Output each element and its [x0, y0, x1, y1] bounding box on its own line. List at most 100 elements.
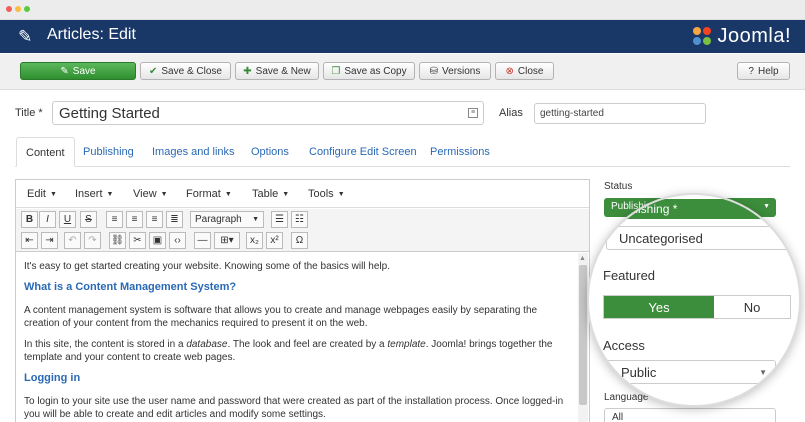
admin-header: ✎ Articles: Edit Joomla!	[0, 20, 805, 53]
joomla-logo: Joomla!	[690, 23, 791, 49]
versions-label: Versions	[442, 65, 481, 77]
heading: What is a Content Management System?	[24, 281, 237, 293]
edit-tabs: Content Publishing Images and links Opti…	[15, 137, 790, 167]
tab-options[interactable]: Options	[251, 137, 289, 167]
bold-icon[interactable]: B	[21, 211, 38, 228]
menu-format[interactable]: Format ▼	[186, 188, 232, 200]
maximize-window-dot[interactable]	[24, 6, 30, 12]
editor-content[interactable]: It's easy to get started creating your w…	[24, 260, 569, 422]
italic-icon[interactable]: I	[39, 211, 56, 228]
save-button[interactable]: ✎ Save	[20, 62, 136, 80]
caret-down-icon: ▼	[160, 191, 168, 198]
alias-field[interactable]: getting-started	[534, 103, 706, 124]
caret-down-icon: ▼	[282, 191, 290, 198]
menu-format-label: Format	[186, 188, 221, 200]
text-run: template	[387, 339, 426, 350]
browser-chrome	[0, 0, 805, 20]
undo-icon[interactable]: ↶	[64, 232, 81, 249]
tab-images-links[interactable]: Images and links	[152, 137, 235, 167]
strikethrough-icon[interactable]: S	[80, 211, 97, 228]
save-close-button[interactable]: ✔ Save & Close	[140, 62, 231, 80]
category-select[interactable]: Uncategorised	[606, 226, 796, 250]
language-select[interactable]: All	[604, 408, 776, 422]
featured-yes-button[interactable]: Yes	[604, 296, 714, 318]
save-label: Save	[72, 65, 96, 77]
redo-icon[interactable]: ↷	[84, 232, 101, 249]
close-window-dot[interactable]	[6, 6, 12, 12]
magnifier-callout: Publishing * Uncategorised Featured Yes …	[587, 193, 801, 407]
table-icon[interactable]: ⊞▾	[214, 232, 240, 249]
underline-icon[interactable]: U	[59, 211, 76, 228]
outdent-icon[interactable]: ⇤	[21, 232, 38, 249]
subscript-icon[interactable]: x₂	[246, 232, 263, 249]
indent-icon[interactable]: ⇥	[41, 232, 58, 249]
menu-edit-label: Edit	[27, 188, 46, 200]
numbered-list-icon[interactable]: ☷	[291, 211, 308, 228]
menu-tools[interactable]: Tools ▼	[308, 188, 345, 200]
align-center-icon[interactable]: ≡	[126, 211, 143, 228]
menu-view[interactable]: View ▼	[133, 188, 168, 200]
superscript-icon[interactable]: x²	[266, 232, 283, 249]
align-right-icon[interactable]: ≡	[146, 211, 163, 228]
pencil-icon: ✎	[18, 27, 33, 46]
special-character-icon[interactable]: Ω	[291, 232, 308, 249]
title-field[interactable]: Getting Started	[52, 101, 484, 125]
menu-insert[interactable]: Insert ▼	[75, 188, 113, 200]
help-icon: ?	[748, 65, 754, 77]
link-icon[interactable]: ⛓	[109, 232, 126, 249]
caret-down-icon: ▼	[252, 216, 259, 223]
tab-content[interactable]: Content	[16, 137, 75, 167]
bullet-list-icon[interactable]: ☰	[271, 211, 288, 228]
tab-configure-edit-screen[interactable]: Configure Edit Screen	[309, 137, 417, 167]
code-icon[interactable]: ‹›	[169, 232, 186, 249]
field-options-icon[interactable]: ≡	[468, 108, 478, 118]
caret-down-icon: ▼	[224, 191, 232, 198]
help-button[interactable]: ? Help	[737, 62, 790, 80]
unlink-icon[interactable]: ✂	[129, 232, 146, 249]
image-icon[interactable]: ▣	[149, 232, 166, 249]
featured-toggle: Yes No	[603, 295, 791, 319]
editor-toolbar-row-2: ⇤ ⇥ ↶ ↷ ⛓ ✂ ▣ ‹› — ⊞▾ x₂ x² Ω	[16, 230, 589, 252]
status-label: Status	[604, 181, 633, 192]
title-label: Title *	[15, 107, 43, 119]
access-select[interactable]: Public ▼	[606, 360, 776, 384]
caret-down-icon: ▼	[49, 191, 57, 198]
scrollbar-thumb[interactable]	[579, 265, 587, 405]
menu-view-label: View	[133, 188, 157, 200]
joomla-logo-icon	[693, 27, 712, 45]
horizontal-rule-icon[interactable]: —	[194, 232, 211, 249]
paragraph: In this site, the content is stored in a…	[24, 338, 569, 364]
close-label: Close	[517, 65, 544, 77]
save-copy-button[interactable]: ❐ Save as Copy	[323, 62, 415, 80]
caret-down-icon: ▼	[759, 368, 767, 377]
help-label: Help	[757, 65, 779, 77]
check-icon: ✔	[149, 65, 158, 77]
caret-down-icon: ▼	[106, 191, 114, 198]
featured-label: Featured	[603, 268, 656, 283]
paragraph: To login to your site use the user name …	[24, 396, 564, 420]
menu-edit[interactable]: Edit ▼	[27, 188, 57, 200]
align-left-icon[interactable]: ≡	[106, 211, 123, 228]
tab-publishing[interactable]: Publishing	[83, 137, 134, 167]
featured-no-button[interactable]: No	[714, 296, 790, 318]
versions-button[interactable]: ⛁ Versions	[419, 62, 491, 80]
caret-down-icon: ▼	[337, 191, 345, 198]
rich-text-editor: Edit ▼ Insert ▼ View ▼ Format ▼ Table ▼ Tools…	[15, 179, 590, 422]
menu-table[interactable]: Table ▼	[252, 188, 289, 200]
align-justify-icon[interactable]: ≣	[166, 211, 183, 228]
close-button[interactable]: ⊗ Close	[495, 62, 554, 80]
editor-scrollbar[interactable]: ▲	[578, 253, 588, 422]
text-run: In this site, the content is stored in a	[24, 339, 187, 350]
scroll-up-icon[interactable]: ▲	[579, 255, 586, 262]
format-select[interactable]: Paragraph ▼	[190, 211, 264, 228]
status-select-zoomed[interactable]: Publishing *	[606, 199, 796, 219]
archive-icon: ⛁	[429, 65, 439, 77]
brand-name: Joomla!	[717, 24, 791, 47]
text-run: database	[186, 339, 228, 350]
save-close-label: Save & Close	[161, 65, 222, 77]
tab-permissions[interactable]: Permissions	[430, 137, 490, 167]
menu-insert-label: Insert	[75, 188, 103, 200]
paragraph: It's easy to get started creating your w…	[24, 261, 390, 272]
save-new-button[interactable]: ✚ Save & New	[235, 62, 319, 80]
minimize-window-dot[interactable]	[15, 6, 21, 12]
